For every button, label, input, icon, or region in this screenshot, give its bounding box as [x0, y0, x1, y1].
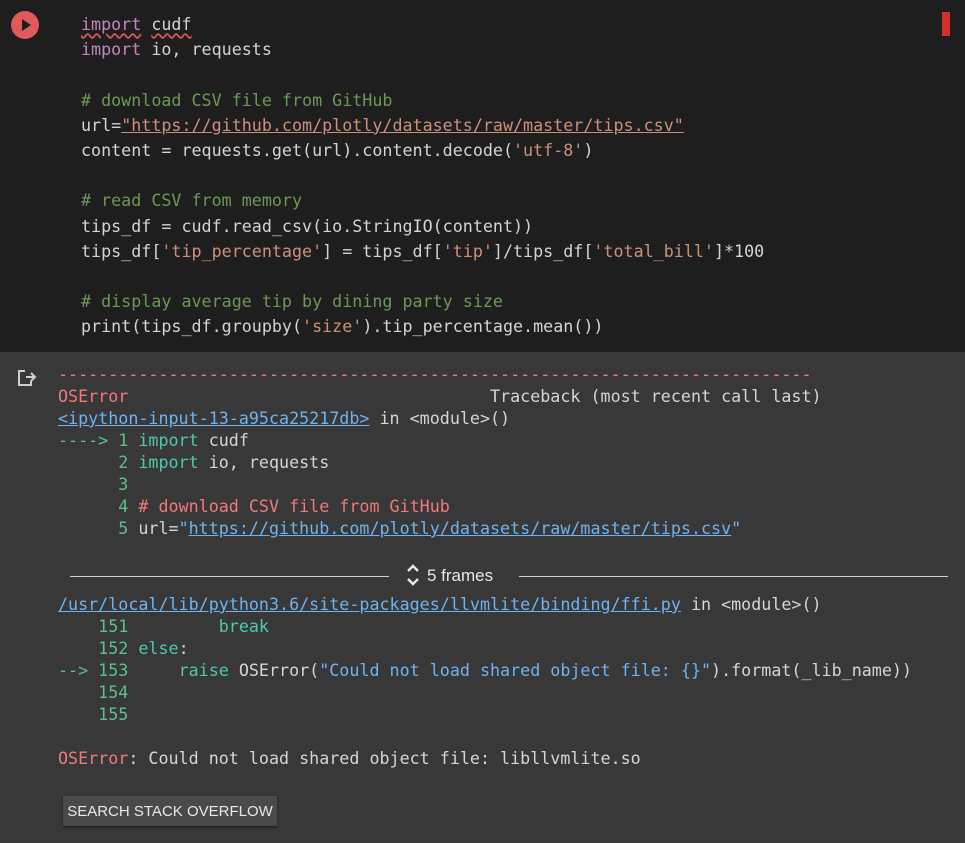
search-stack-overflow-button[interactable]: SEARCH STACK OVERFLOW — [63, 796, 277, 826]
traceback-separator: ----------------------------------------… — [58, 364, 812, 384]
frames-divider-left — [70, 576, 389, 577]
code-line-comment: # download CSV file from GitHub — [81, 89, 393, 110]
code-string: 'tip' — [442, 240, 493, 261]
code-string-url: "https://github.com/plotly/datasets/raw/… — [121, 114, 684, 135]
code-token: import — [81, 39, 142, 60]
frames-divider-right — [519, 576, 948, 577]
error-scroll-marker — [942, 12, 950, 36]
code-string: 'tip_percentage' — [161, 240, 323, 261]
play-icon — [22, 19, 31, 31]
frame-location-link[interactable]: <ipython-input-13-a95ca25217db> — [58, 408, 369, 428]
traceback-frame: /usr/local/lib/python3.6/site-packages/l… — [58, 594, 912, 724]
traceback-top: ----------------------------------------… — [58, 364, 822, 538]
run-cell-button[interactable] — [11, 11, 39, 39]
frames-label: 5 frames — [427, 566, 494, 585]
code-line-comment: # read CSV from memory — [81, 190, 303, 211]
final-error-name: OSError — [58, 748, 129, 768]
traceback-header: Traceback (most recent call last) — [490, 386, 822, 406]
code-editor[interactable]: import cudf import io, requests # downlo… — [81, 12, 764, 340]
code-string: 'total_bill' — [593, 240, 714, 261]
frame-location-suffix: in <module>() — [369, 408, 511, 428]
code-token: cudf — [151, 14, 192, 34]
code-string: 'utf-8' — [513, 140, 584, 161]
code-string: 'size' — [302, 316, 363, 337]
source-url-link[interactable]: https://github.com/plotly/datasets/raw/m… — [189, 518, 732, 538]
frame-location-suffix: in <module>() — [680, 594, 822, 614]
final-error-line: OSError: Could not load shared object fi… — [58, 747, 641, 769]
error-name: OSError — [58, 386, 129, 406]
frames-toggle[interactable]: 5 frames — [405, 563, 493, 589]
output-redirect-icon[interactable] — [16, 368, 38, 388]
code-cell[interactable]: import cudf import io, requests # downlo… — [0, 0, 965, 352]
final-error-message: : Could not load shared object file: lib… — [128, 748, 641, 768]
unfold-icon — [407, 564, 419, 586]
code-line: tips_df = cudf.read_csv(io.StringIO(cont… — [81, 215, 534, 236]
code-line-comment: # display average tip by dining party si… — [81, 291, 503, 312]
frame-location-link[interactable]: /usr/local/lib/python3.6/site-packages/l… — [58, 594, 681, 614]
code-token: import — [81, 14, 142, 34]
